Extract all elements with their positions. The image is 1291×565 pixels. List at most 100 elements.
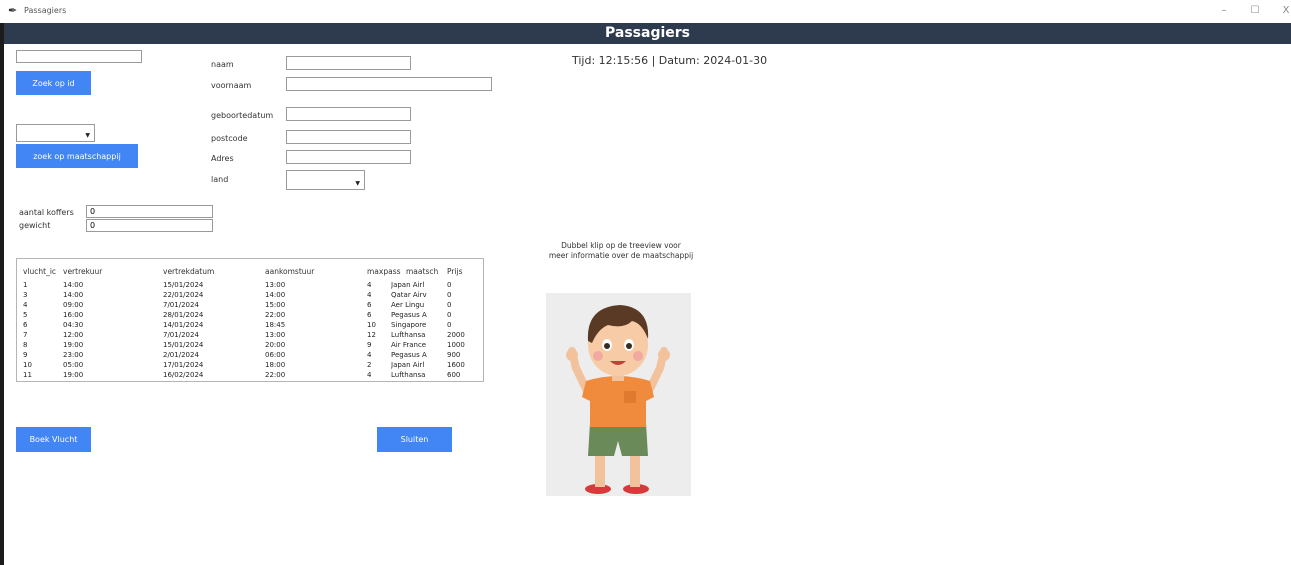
- table-cell: 15/01/2024: [163, 341, 204, 349]
- table-cell: Qatar Airv: [391, 291, 427, 299]
- table-cell: 16/02/2024: [163, 371, 204, 379]
- table-cell: 06:00: [265, 351, 286, 359]
- postcode-field[interactable]: [286, 130, 411, 144]
- table-cell: 14:00: [63, 281, 84, 289]
- adres-field[interactable]: [286, 150, 411, 164]
- table-row[interactable]: 6 04:30 14/01/2024 18:45 10 Singapore 0: [17, 321, 483, 331]
- column-header[interactable]: vertrekuur: [63, 267, 102, 276]
- maximize-button[interactable]: ☐: [1247, 5, 1263, 16]
- table-row[interactable]: 5 16:00 28/01/2024 22:00 6 Pegasus A 0: [17, 311, 483, 321]
- page-title: Passagiers: [605, 25, 690, 41]
- adres-label: Adres: [211, 154, 234, 163]
- geboortedatum-label: geboortedatum: [211, 111, 274, 120]
- clock-display: Tijd: 12:15:56 | Datum: 2024-01-30: [572, 54, 768, 67]
- table-cell: 20:00: [265, 341, 286, 349]
- table-cell: 9: [23, 351, 28, 359]
- table-cell: 10: [367, 321, 376, 329]
- table-cell: 15:00: [265, 301, 286, 309]
- window-title: Passagiers: [24, 6, 67, 15]
- table-cell: 14:00: [265, 291, 286, 299]
- book-flight-button[interactable]: Boek Vlucht: [16, 427, 91, 452]
- table-cell: 18:45: [265, 321, 286, 329]
- column-header[interactable]: vertrekdatum: [163, 267, 214, 276]
- table-cell: 13:00: [265, 331, 286, 339]
- table-cell: 23:00: [63, 351, 84, 359]
- table-cell: 5: [23, 311, 28, 319]
- boy-illustration-svg: [566, 305, 670, 494]
- table-cell: 14/01/2024: [163, 321, 204, 329]
- column-header[interactable]: aankomstuur: [265, 267, 314, 276]
- table-row[interactable]: 3 14:00 22/01/2024 14:00 4 Qatar Airv 0: [17, 291, 483, 301]
- table-cell: 14:00: [63, 291, 84, 299]
- table-cell: 4: [23, 301, 28, 309]
- table-cell: Japan Airl: [391, 361, 425, 369]
- table-cell: 1600: [447, 361, 465, 369]
- geboortedatum-field[interactable]: [286, 107, 411, 121]
- flights-treeview[interactable]: vlucht_ic vertrekuur vertrekdatum aankom…: [16, 258, 484, 382]
- table-cell: 0: [447, 301, 452, 309]
- window-left-border: [0, 23, 4, 565]
- table-cell: 10: [23, 361, 32, 369]
- postcode-label: postcode: [211, 134, 248, 143]
- table-cell: 7: [23, 331, 28, 339]
- table-cell: 09:00: [63, 301, 84, 309]
- table-row[interactable]: 11 19:00 16/02/2024 22:00 4 Lufthansa 600: [17, 371, 483, 381]
- table-row[interactable]: 9 23:00 2/01/2024 06:00 4 Pegasus A 900: [17, 351, 483, 361]
- table-cell: 05:00: [63, 361, 84, 369]
- gewicht-field[interactable]: 0: [86, 219, 213, 232]
- table-cell: 2: [367, 361, 372, 369]
- table-row[interactable]: 10 05:00 17/01/2024 18:00 2 Japan Airl 1600: [17, 361, 483, 371]
- voornaam-label: voornaam: [211, 81, 252, 90]
- table-cell: 15/01/2024: [163, 281, 204, 289]
- table-cell: 17/01/2024: [163, 361, 204, 369]
- table-cell: 12: [367, 331, 376, 339]
- table-cell: Lufthansa: [391, 331, 426, 339]
- table-cell: 2000: [447, 331, 465, 339]
- table-cell: 0: [447, 321, 452, 329]
- table-cell: Lufthansa: [391, 371, 426, 379]
- koffers-field[interactable]: 0: [86, 205, 213, 218]
- table-cell: 7/01/2024: [163, 301, 199, 309]
- table-cell: 6: [367, 311, 372, 319]
- table-cell: 1: [23, 281, 28, 289]
- table-cell: Air France: [391, 341, 427, 349]
- table-cell: 900: [447, 351, 461, 359]
- table-cell: Japan Airl: [391, 281, 425, 289]
- company-select[interactable]: ▼: [16, 124, 95, 142]
- id-search-input[interactable]: [16, 50, 142, 63]
- table-cell: 19:00: [63, 341, 84, 349]
- search-by-id-button[interactable]: Zoek op id: [16, 71, 91, 95]
- table-cell: Aer Lingu: [391, 301, 425, 309]
- close-window-button[interactable]: X: [1278, 5, 1291, 16]
- table-cell: 3: [23, 291, 28, 299]
- table-cell: 6: [367, 301, 372, 309]
- treeview-hint: Dubbel klip op de treeview voor meer inf…: [536, 241, 706, 261]
- table-row[interactable]: 8 19:00 15/01/2024 20:00 9 Air France 1000: [17, 341, 483, 351]
- naam-field[interactable]: [286, 56, 411, 70]
- table-row[interactable]: 4 09:00 7/01/2024 15:00 6 Aer Lingu 0: [17, 301, 483, 311]
- table-cell: 6: [23, 321, 28, 329]
- table-cell: 0: [447, 281, 452, 289]
- table-cell: 4: [367, 371, 372, 379]
- column-header[interactable]: vlucht_ic: [23, 267, 56, 276]
- chevron-down-icon: ▼: [85, 132, 90, 139]
- table-cell: 18:00: [265, 361, 286, 369]
- table-cell: 04:30: [63, 321, 84, 329]
- table-cell: 0: [447, 291, 452, 299]
- header-banner: Passagiers: [4, 23, 1291, 44]
- land-select[interactable]: ▼: [286, 170, 365, 190]
- close-button[interactable]: Sluiten: [377, 427, 452, 452]
- column-header[interactable]: maxpass: [367, 267, 401, 276]
- minimize-button[interactable]: –: [1216, 5, 1232, 16]
- table-cell: 4: [367, 351, 372, 359]
- search-by-company-button[interactable]: zoek op maatschappij: [16, 144, 138, 168]
- table-cell: 22/01/2024: [163, 291, 204, 299]
- column-header[interactable]: Prijs: [447, 267, 463, 276]
- table-cell: Pegasus A: [391, 351, 427, 359]
- table-row[interactable]: 7 12:00 7/01/2024 13:00 12 Lufthansa 2000: [17, 331, 483, 341]
- gewicht-label: gewicht: [19, 221, 51, 230]
- table-row[interactable]: 1 14:00 15/01/2024 13:00 4 Japan Airl 0: [17, 281, 483, 291]
- column-header[interactable]: maatsch: [406, 267, 438, 276]
- voornaam-field[interactable]: [286, 77, 492, 91]
- table-cell: 22:00: [265, 371, 286, 379]
